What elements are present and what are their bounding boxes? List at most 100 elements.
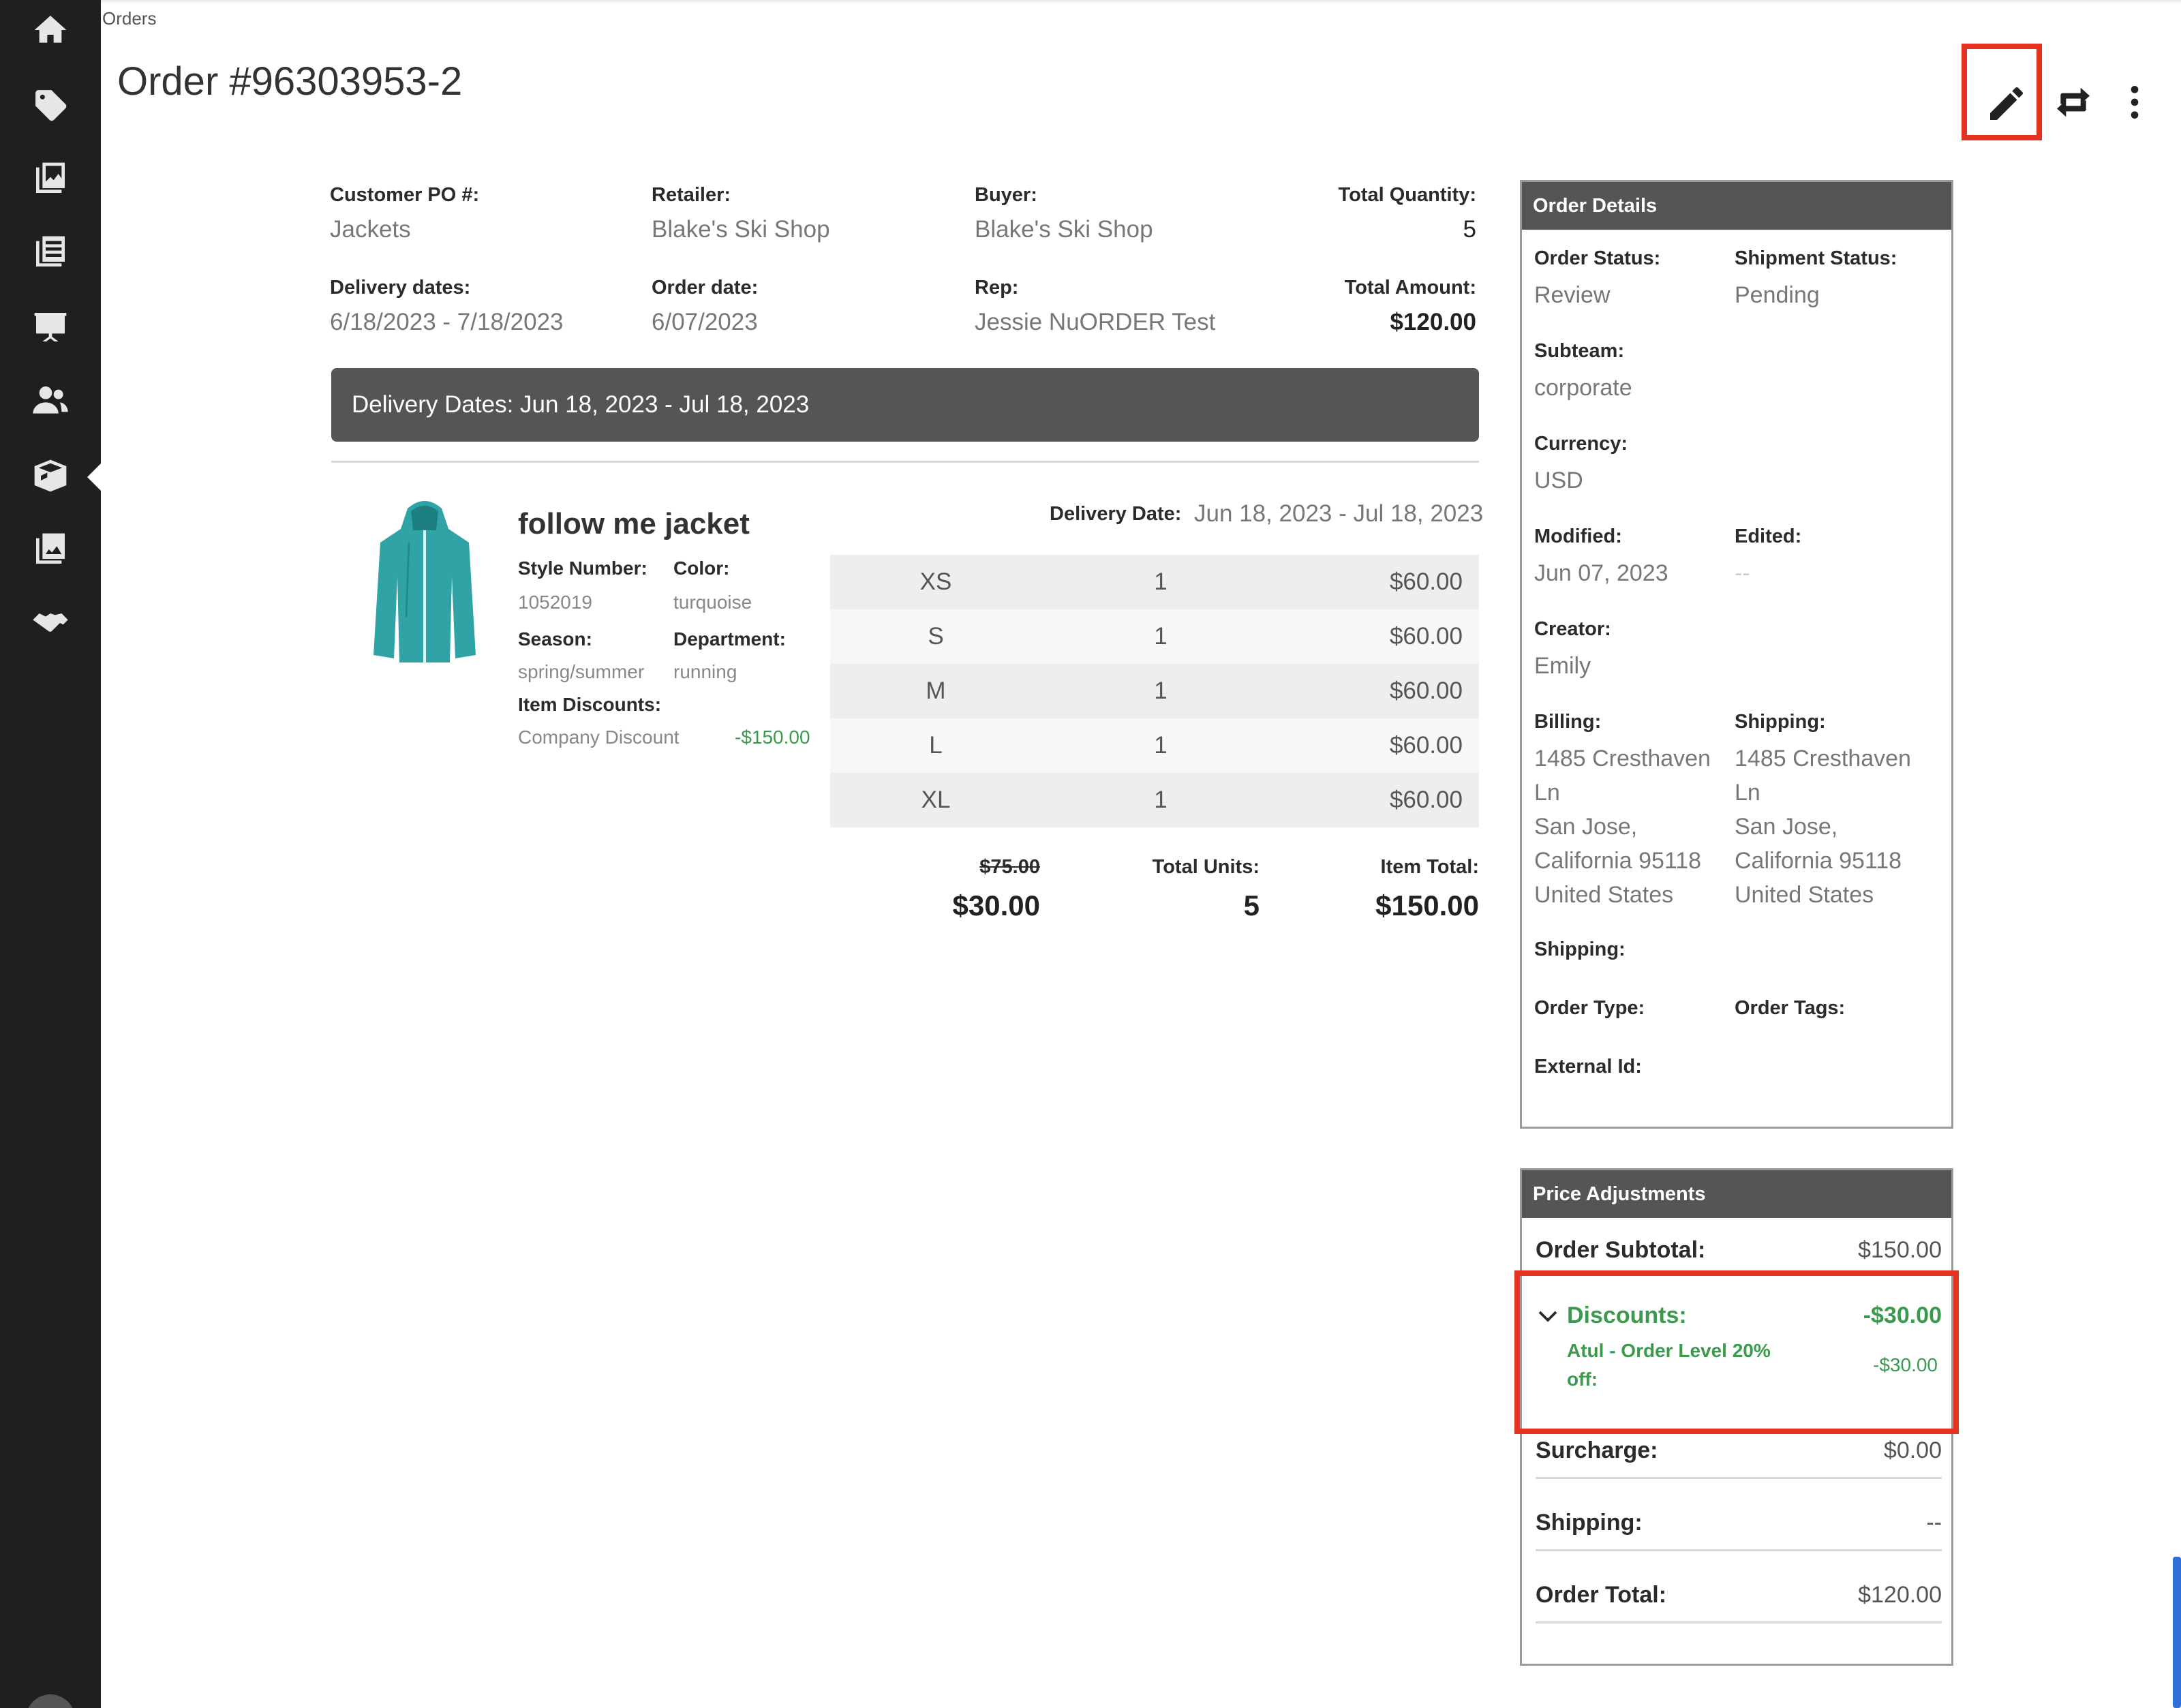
item-name[interactable]: follow me jacket bbox=[518, 507, 750, 541]
row-divider bbox=[1536, 1549, 1942, 1551]
style-number-value: 1052019 bbox=[518, 592, 593, 613]
edited-value: -- bbox=[1735, 560, 1750, 586]
billing-line: 1485 Cresthaven bbox=[1534, 746, 1711, 772]
surcharge-row: Surcharge: $0.00 bbox=[1536, 1437, 1942, 1464]
size-quantity: 1 bbox=[1154, 623, 1168, 650]
retailer-label: Retailer: bbox=[652, 184, 731, 206]
size-name: L bbox=[929, 732, 943, 759]
color-value: turquoise bbox=[673, 592, 752, 613]
total-quantity-field: Total Quantity: 5 bbox=[1254, 184, 1476, 243]
shipping-line: 1485 Cresthaven bbox=[1735, 746, 1911, 772]
linesheet-icon[interactable] bbox=[27, 229, 74, 275]
size-table: XS 1 $60.00 S 1 $60.00 M 1 $60.00 L 1 $6… bbox=[830, 555, 1479, 827]
handshake-icon[interactable] bbox=[27, 600, 74, 646]
shipping-line: Ln bbox=[1735, 780, 1760, 806]
style-number-label: Style Number: bbox=[518, 558, 647, 579]
more-options-button[interactable] bbox=[2106, 74, 2163, 131]
delivery-dates-label: Delivery dates: bbox=[330, 277, 471, 299]
active-indicator bbox=[87, 463, 101, 491]
billing-line: California 95118 bbox=[1534, 848, 1702, 874]
delivery-dates-bar: Delivery Dates: Jun 18, 2023 - Jul 18, 2… bbox=[331, 368, 1479, 442]
pencil-icon bbox=[1990, 87, 2023, 120]
total-amount-value: $120.00 bbox=[1390, 309, 1476, 335]
unit-price-block: $75.00 $30.00 bbox=[941, 856, 1040, 922]
shipping-cost-label: Shipping: bbox=[1536, 1510, 1643, 1536]
orders-icon[interactable] bbox=[27, 453, 74, 499]
images-icon[interactable] bbox=[27, 526, 74, 573]
order-date-value: 6/07/2023 bbox=[652, 309, 758, 335]
buyer-field: Buyer: Blake's Ski Shop bbox=[975, 184, 1153, 243]
edited-label: Edited: bbox=[1735, 525, 1802, 547]
buyer-label: Buyer: bbox=[975, 184, 1037, 206]
modified-field: Modified: Jun 07, 2023 bbox=[1534, 525, 1668, 590]
billing-label: Billing: bbox=[1534, 711, 1602, 733]
currency-label: Currency: bbox=[1534, 433, 1628, 455]
header-shadow bbox=[101, 0, 2181, 4]
season-label: Season: bbox=[518, 628, 592, 650]
jacket-product-image[interactable] bbox=[373, 495, 476, 662]
item-total-value: $150.00 bbox=[1375, 889, 1479, 921]
creator-label: Creator: bbox=[1534, 618, 1611, 640]
order-subtotal-row: Order Subtotal: $150.00 bbox=[1536, 1237, 1942, 1264]
order-total-value: $120.00 bbox=[1858, 1582, 1942, 1608]
total-amount-field: Total Amount: $120.00 bbox=[1254, 277, 1476, 336]
size-name: XS bbox=[919, 568, 952, 595]
buyer-value: Blake's Ski Shop bbox=[975, 216, 1153, 243]
rep-label: Rep: bbox=[975, 277, 1019, 299]
shipping-line: San Jose, bbox=[1735, 814, 1838, 840]
size-quantity: 1 bbox=[1154, 787, 1168, 813]
scrollbar[interactable] bbox=[2173, 1557, 2181, 1708]
size-name: M bbox=[926, 677, 946, 704]
order-date-label: Order date: bbox=[652, 277, 759, 299]
total-units-label: Total Units: bbox=[1152, 856, 1260, 878]
order-status-field: Order Status: Review bbox=[1534, 247, 1660, 312]
season-value: spring/summer bbox=[518, 661, 645, 682]
shipping-field: Shipping: bbox=[1534, 939, 1626, 961]
billing-address: 1485 Cresthaven Ln San Jose, California … bbox=[1534, 742, 1732, 912]
page-title: Order #96303953-2 bbox=[117, 59, 463, 104]
order-total-label: Order Total: bbox=[1536, 1582, 1667, 1608]
edited-field: Edited: -- bbox=[1735, 525, 1801, 590]
home-icon[interactable] bbox=[27, 7, 74, 53]
size-row: XS 1 $60.00 bbox=[830, 555, 1479, 609]
item-total-block: Item Total: $150.00 bbox=[1336, 856, 1479, 922]
order-details-panel: Order Details Order Status: Review Shipm… bbox=[1520, 180, 1953, 1129]
order-status-value: Review bbox=[1534, 282, 1611, 308]
department-label: Department: bbox=[673, 628, 786, 650]
shipping-line: United States bbox=[1735, 882, 1874, 908]
tag-icon[interactable] bbox=[27, 82, 74, 128]
item-delivery-date-label: Delivery Date: bbox=[1050, 503, 1182, 525]
size-price: $60.00 bbox=[1389, 732, 1463, 759]
shipment-status-value: Pending bbox=[1735, 282, 1820, 308]
creator-field: Creator: Emily bbox=[1534, 618, 1611, 683]
total-quantity-label: Total Quantity: bbox=[1338, 184, 1476, 206]
catalog-icon[interactable] bbox=[27, 155, 74, 202]
size-row: M 1 $60.00 bbox=[830, 664, 1479, 718]
order-tags-label: Order Tags: bbox=[1735, 997, 1846, 1019]
shipping-address: 1485 Cresthaven Ln San Jose, California … bbox=[1735, 742, 1939, 912]
customers-icon[interactable] bbox=[27, 378, 74, 424]
rep-value: Jessie NuORDER Test bbox=[975, 309, 1216, 335]
subteam-value: corporate bbox=[1534, 375, 1632, 401]
surcharge-value: $0.00 bbox=[1883, 1437, 1942, 1463]
item-discounts-label: Item Discounts: bbox=[518, 694, 662, 715]
breadcrumb[interactable]: Orders bbox=[102, 8, 156, 29]
avatar[interactable] bbox=[26, 1694, 75, 1708]
edit-button[interactable] bbox=[1974, 71, 2039, 136]
customer-po-field: Customer PO #: Jackets bbox=[330, 184, 479, 243]
total-amount-label: Total Amount: bbox=[1344, 277, 1476, 299]
item-discount-value: -$150.00 bbox=[735, 727, 810, 748]
size-name: XL bbox=[921, 787, 951, 813]
size-name: S bbox=[928, 623, 944, 650]
currency-field: Currency: USD bbox=[1534, 433, 1628, 498]
color-label: Color: bbox=[673, 558, 730, 579]
size-row: L 1 $60.00 bbox=[830, 718, 1479, 773]
size-price: $60.00 bbox=[1389, 677, 1463, 704]
divider bbox=[331, 461, 1479, 463]
presentation-icon[interactable] bbox=[27, 304, 74, 350]
surcharge-label: Surcharge: bbox=[1536, 1437, 1658, 1463]
discounts-highlight bbox=[1514, 1270, 1959, 1434]
customer-po-label: Customer PO #: bbox=[330, 184, 480, 206]
sync-button[interactable] bbox=[2045, 74, 2102, 131]
billing-field: Billing: 1485 Cresthaven Ln San Jose, Ca… bbox=[1534, 711, 1732, 912]
